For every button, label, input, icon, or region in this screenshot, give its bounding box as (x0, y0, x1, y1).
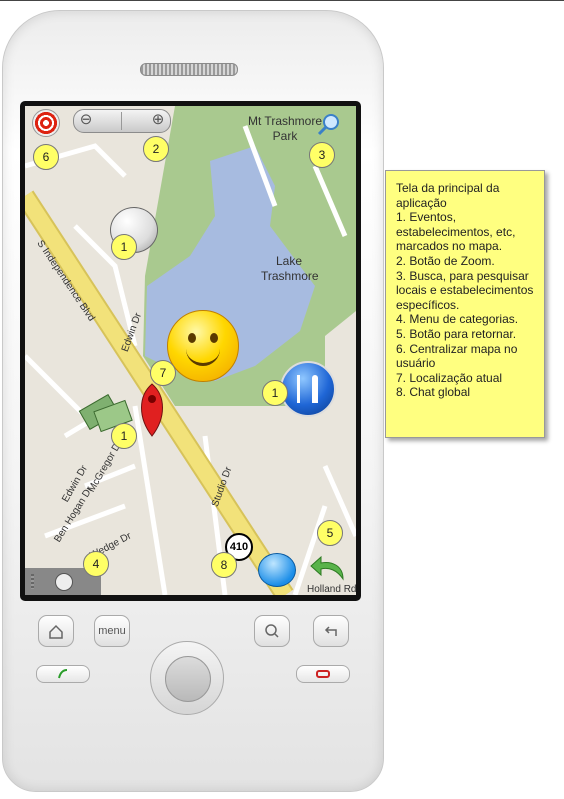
badge-1-restaurant: 1 (262, 380, 288, 406)
back-arrow-icon (324, 626, 337, 636)
badge-7: 7 (150, 360, 176, 386)
phone-red-icon (316, 670, 330, 678)
chevron-down-icon[interactable] (55, 573, 73, 591)
badge-2: 2 (143, 136, 169, 162)
home-button[interactable] (38, 615, 74, 647)
annotation-note: Tela da principal da aplicação 1. Evento… (385, 170, 545, 438)
zoom-in-icon[interactable]: ⊕ (148, 111, 168, 131)
note-line-5: 5. Botão para retornar. (396, 326, 517, 341)
note-line-1: 1. Eventos, estabelecimentos, etc, marca… (396, 210, 516, 254)
note-line-6: 6. Centralizar mapa no usuário (396, 341, 518, 371)
badge-4: 4 (83, 551, 109, 577)
note-line-7: 7. Localização atual (396, 370, 503, 385)
zoom-control[interactable]: ⊖ ⊕ (73, 109, 171, 133)
top-divider-line (0, 0, 564, 1)
smiley-marker-icon[interactable] (167, 310, 239, 382)
phone-speaker (140, 63, 238, 76)
badge-6: 6 (33, 144, 59, 170)
return-icon[interactable] (309, 553, 349, 585)
chat-icon[interactable] (258, 553, 296, 587)
restaurant-icon[interactable] (280, 361, 336, 417)
note-line-8: 8. Chat global (396, 385, 471, 400)
phone-green-icon (58, 669, 68, 679)
badge-5: 5 (317, 520, 343, 546)
center-map-button[interactable] (32, 109, 60, 137)
note-line-3: 3. Busca, para pesquisar locais e estabe… (396, 268, 534, 312)
menu-button[interactable]: menu (94, 615, 130, 647)
badge-3: 3 (309, 142, 335, 168)
label-lake-trashmore: Lake Trashmore (261, 254, 319, 283)
trackball-center[interactable] (165, 656, 211, 702)
call-button[interactable] (36, 665, 90, 683)
home-icon (49, 624, 63, 639)
magnifier-icon (265, 624, 279, 638)
note-line-4: 4. Menu de categorias. (396, 312, 519, 327)
label-holland-rd: Holland Rd (307, 584, 356, 595)
note-line-2: 2. Botão de Zoom. (396, 253, 495, 268)
badge-1-money: 1 (111, 423, 137, 449)
back-button[interactable] (313, 615, 349, 647)
badge-1-ball: 1 (111, 234, 137, 260)
trackball[interactable] (150, 641, 224, 715)
zoom-divider (121, 112, 122, 130)
hardware-search-button[interactable] (254, 615, 290, 647)
badge-8: 8 (211, 552, 237, 578)
search-icon[interactable] (317, 112, 341, 136)
end-call-button[interactable] (296, 665, 350, 683)
zoom-out-icon[interactable]: ⊖ (76, 111, 96, 131)
label-mt-trashmore: Mt Trashmore Park (247, 114, 322, 143)
note-line-title: Tela da principal da aplicação (396, 181, 500, 210)
map-screen[interactable]: Mt Trashmore Park Lake Trashmore S Indep… (25, 106, 356, 595)
